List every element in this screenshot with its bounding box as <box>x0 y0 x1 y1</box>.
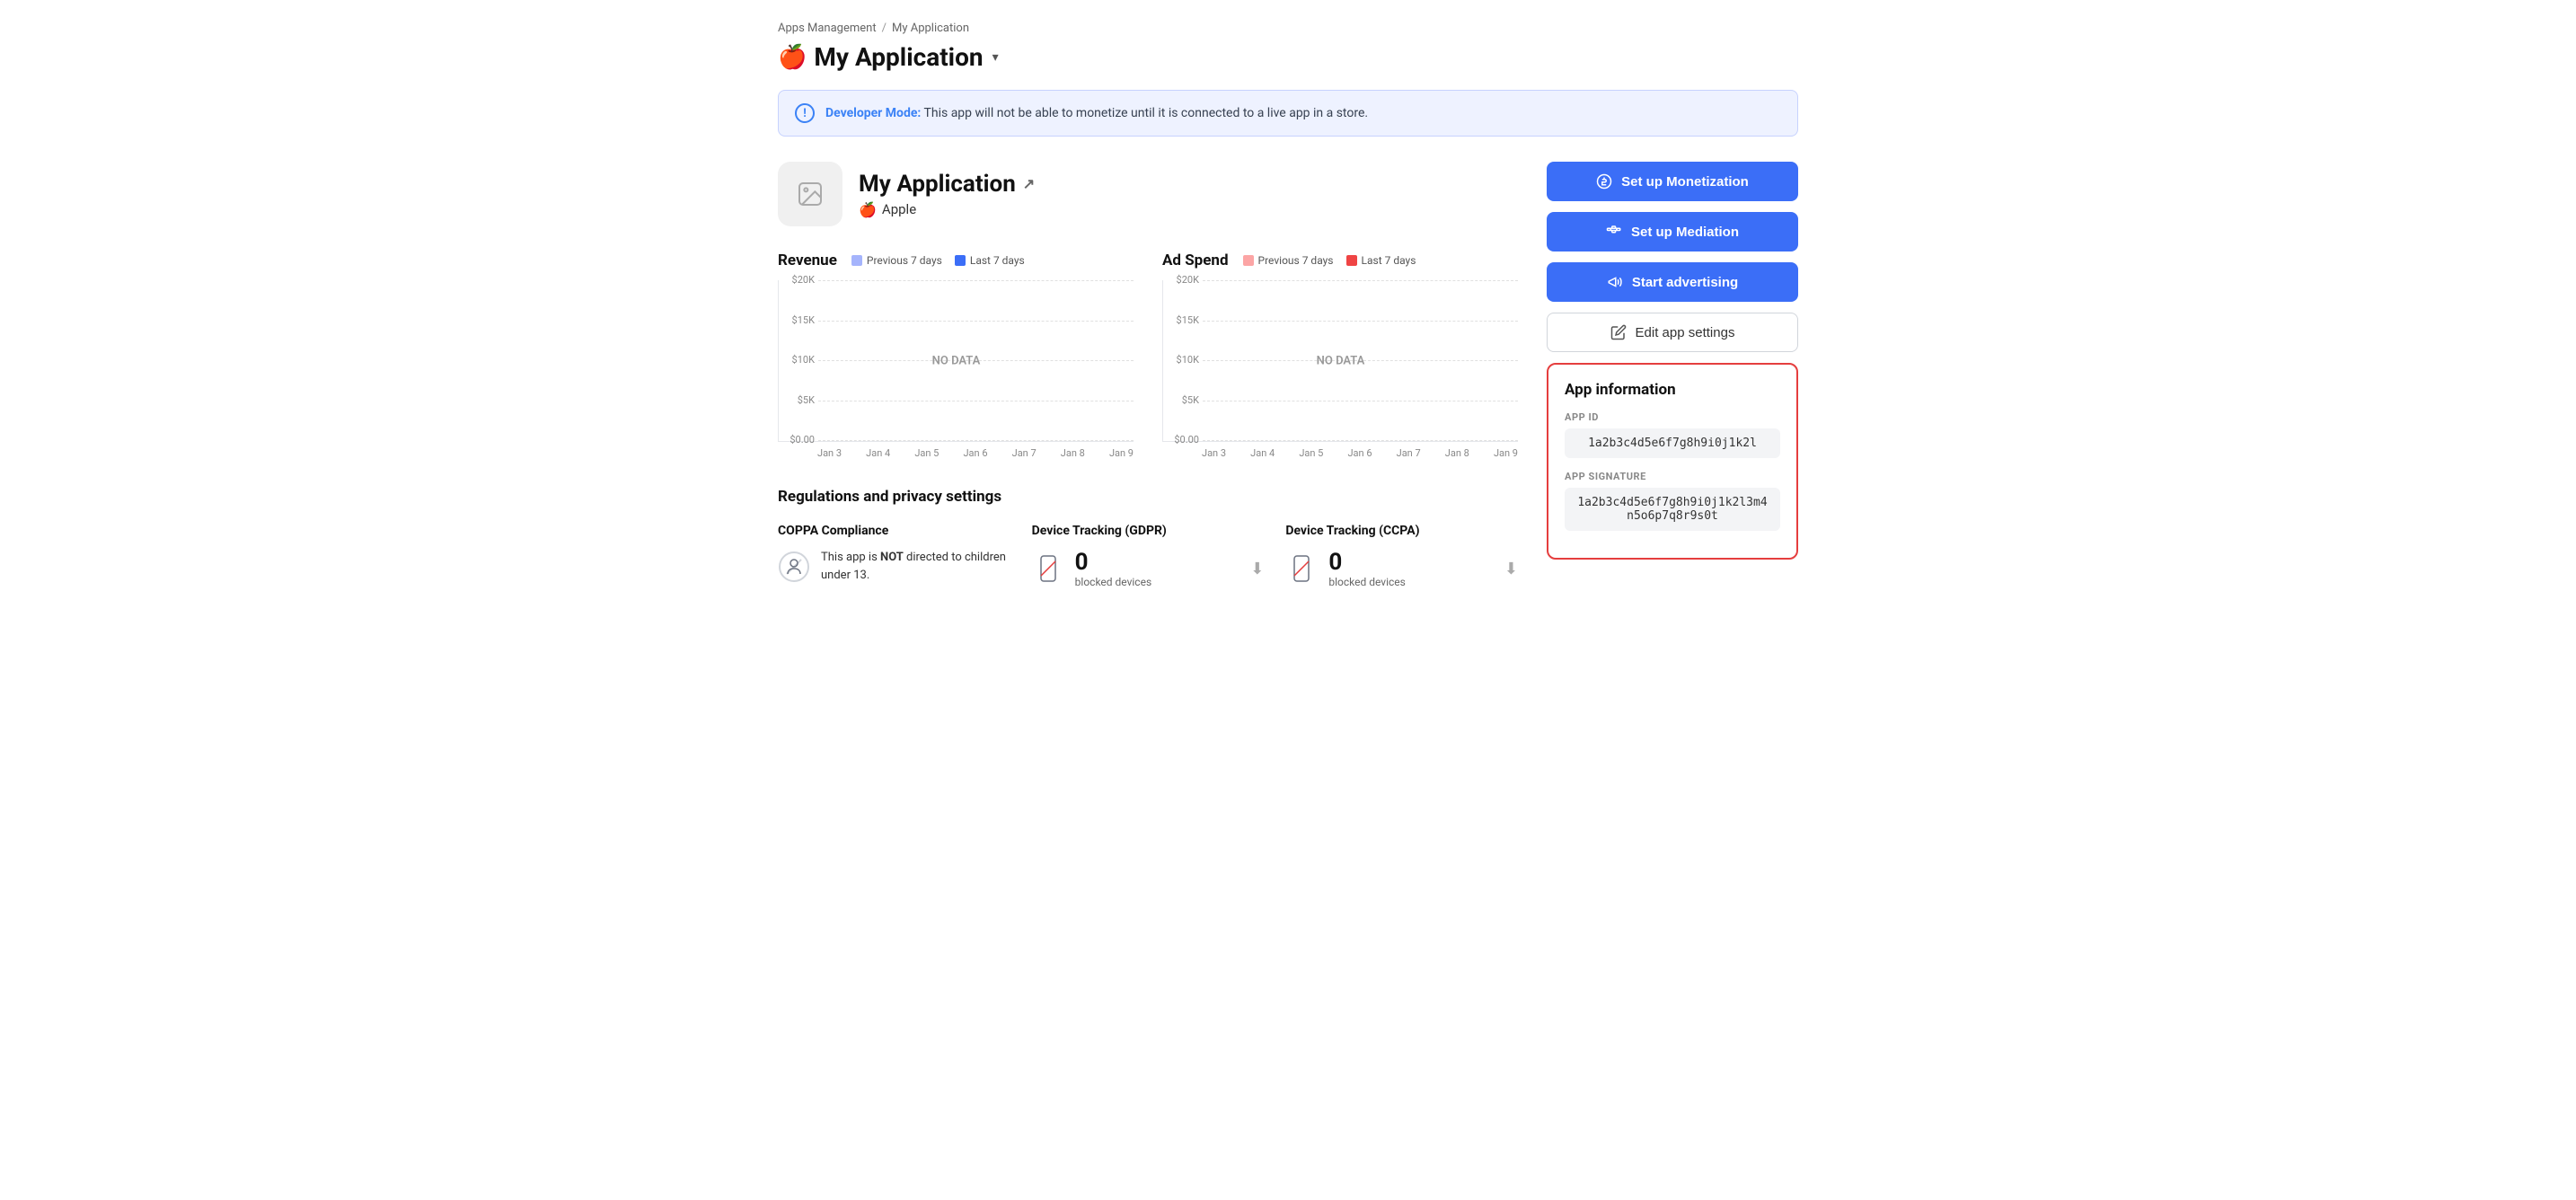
dev-mode-text: Developer Mode: This app will not be abl… <box>825 106 1368 120</box>
coppa-icon <box>778 551 810 583</box>
breadcrumb: Apps Management / My Application <box>778 22 1798 35</box>
gridline: $20K <box>818 280 1134 281</box>
main-content: My Application ↗ 🍎 Apple Revenue <box>778 162 1798 588</box>
set-up-monetization-button[interactable]: Set up Monetization <box>1547 162 1798 201</box>
adspend-last-dot <box>1346 255 1357 266</box>
adspend-chart-area: $20K $15K $10K $5K <box>1162 280 1518 442</box>
dev-mode-banner: ! Developer Mode: This app will not be a… <box>778 90 1798 137</box>
ccpa-title: Device Tracking (CCPA) <box>1285 524 1518 538</box>
apple-store-icon: 🍎 <box>859 201 877 218</box>
coppa-text: This app is NOT directed to children und… <box>821 549 1010 584</box>
revenue-chart-header: Revenue Previous 7 days Last 7 days <box>778 251 1134 269</box>
charts-row: Revenue Previous 7 days Last 7 days <box>778 251 1518 459</box>
set-up-mediation-button[interactable]: Set up Mediation <box>1547 212 1798 251</box>
revenue-legend-prev: Previous 7 days <box>851 254 942 267</box>
revenue-x-labels: Jan 3 Jan 4 Jan 5 Jan 6 Jan 7 Jan 8 Jan … <box>778 447 1134 459</box>
edit-app-settings-button[interactable]: Edit app settings <box>1547 313 1798 352</box>
adspend-prev-dot <box>1243 255 1254 266</box>
breadcrumb-separator: / <box>882 22 887 35</box>
revenue-prev-dot <box>851 255 862 266</box>
app-information-card: App information APP ID 1a2b3c4d5e6f7g8h9… <box>1547 363 1798 560</box>
app-icon-placeholder <box>778 162 842 226</box>
app-information-title: App information <box>1565 381 1780 399</box>
ccpa-stats: 0 blocked devices <box>1328 549 1405 588</box>
chevron-down-icon[interactable]: ▾ <box>992 50 999 65</box>
coppa-title: COPPA Compliance <box>778 524 1010 538</box>
page-title: My Application <box>814 42 983 72</box>
adspend-legend-last: Last 7 days <box>1346 254 1416 267</box>
mediation-icon <box>1606 224 1622 240</box>
gridline: $15K <box>818 321 1134 322</box>
image-placeholder-icon <box>796 180 825 208</box>
advertising-icon <box>1607 274 1623 290</box>
right-column: Set up Monetization Set up Mediation <box>1547 162 1798 588</box>
app-name-block: My Application ↗ 🍎 Apple <box>859 171 1035 218</box>
dev-mode-label: Developer Mode: <box>825 106 921 120</box>
ccpa-download-icon[interactable]: ⬇ <box>1504 560 1518 578</box>
gdpr-content: 0 blocked devices ⬇ <box>1032 549 1265 588</box>
ccpa-content: 0 blocked devices ⬇ <box>1285 549 1518 588</box>
adspend-legend: Previous 7 days Last 7 days <box>1243 254 1416 267</box>
start-advertising-button[interactable]: Start advertising <box>1547 262 1798 302</box>
app-id-value: 1a2b3c4d5e6f7g8h9i0j1k2l <box>1565 428 1780 458</box>
adspend-legend-prev: Previous 7 days <box>1243 254 1334 267</box>
coppa-card: COPPA Compliance This app is NOT directe… <box>778 524 1010 588</box>
coppa-content: This app is NOT directed to children und… <box>778 549 1010 584</box>
adspend-chart-title: Ad Spend <box>1162 251 1229 269</box>
gridline: $20K <box>1203 280 1518 281</box>
gdpr-device-icon <box>1032 552 1064 585</box>
gridline: $0.00 <box>818 440 1134 441</box>
adspend-chart: Ad Spend Previous 7 days Last 7 days <box>1162 251 1518 459</box>
breadcrumb-parent[interactable]: Apps Management <box>778 22 877 35</box>
app-id-label: APP ID <box>1565 411 1780 423</box>
revenue-no-data: NO DATA <box>932 354 981 367</box>
gridline: $0.00 <box>1203 440 1518 441</box>
gdpr-download-icon[interactable]: ⬇ <box>1250 560 1264 578</box>
privacy-section: Regulations and privacy settings COPPA C… <box>778 488 1518 588</box>
left-column: My Application ↗ 🍎 Apple Revenue <box>778 162 1518 588</box>
revenue-last-dot <box>955 255 966 266</box>
app-store-row: 🍎 Apple <box>859 201 1035 218</box>
revenue-legend: Previous 7 days Last 7 days <box>851 254 1025 267</box>
revenue-chart-title: Revenue <box>778 251 837 269</box>
app-title-row: 🍎 My Application ▾ <box>778 42 1798 72</box>
ccpa-device-icon <box>1285 552 1318 585</box>
monetization-icon <box>1596 173 1612 190</box>
revenue-chart: Revenue Previous 7 days Last 7 days <box>778 251 1134 459</box>
breadcrumb-current: My Application <box>892 22 969 35</box>
gdpr-card: Device Tracking (GDPR) 0 blocked devices… <box>1032 524 1265 588</box>
apple-logo-icon: 🍎 <box>778 46 807 69</box>
external-link-icon[interactable]: ↗ <box>1023 175 1035 192</box>
revenue-chart-area: $20K $15K $10K $5K <box>778 280 1134 442</box>
revenue-legend-last: Last 7 days <box>955 254 1025 267</box>
ccpa-card: Device Tracking (CCPA) 0 blocked devices… <box>1285 524 1518 588</box>
adspend-no-data: NO DATA <box>1317 354 1365 367</box>
adspend-x-labels: Jan 3 Jan 4 Jan 5 Jan 6 Jan 7 Jan 8 Jan … <box>1162 447 1518 459</box>
edit-settings-icon <box>1610 324 1627 340</box>
app-name-title: My Application ↗ <box>859 171 1035 198</box>
app-signature-label: APP SIGNATURE <box>1565 471 1780 482</box>
app-info-header: My Application ↗ 🍎 Apple <box>778 162 1518 226</box>
privacy-cards: COPPA Compliance This app is NOT directe… <box>778 524 1518 588</box>
adspend-chart-header: Ad Spend Previous 7 days Last 7 days <box>1162 251 1518 269</box>
gdpr-title: Device Tracking (GDPR) <box>1032 524 1265 538</box>
info-icon: ! <box>795 103 815 123</box>
gdpr-stats: 0 blocked devices <box>1075 549 1151 588</box>
app-signature-value: 1a2b3c4d5e6f7g8h9i0j1k2l3m4n5o6p7q8r9s0t <box>1565 488 1780 531</box>
privacy-title: Regulations and privacy settings <box>778 488 1518 506</box>
gridline: $15K <box>1203 321 1518 322</box>
